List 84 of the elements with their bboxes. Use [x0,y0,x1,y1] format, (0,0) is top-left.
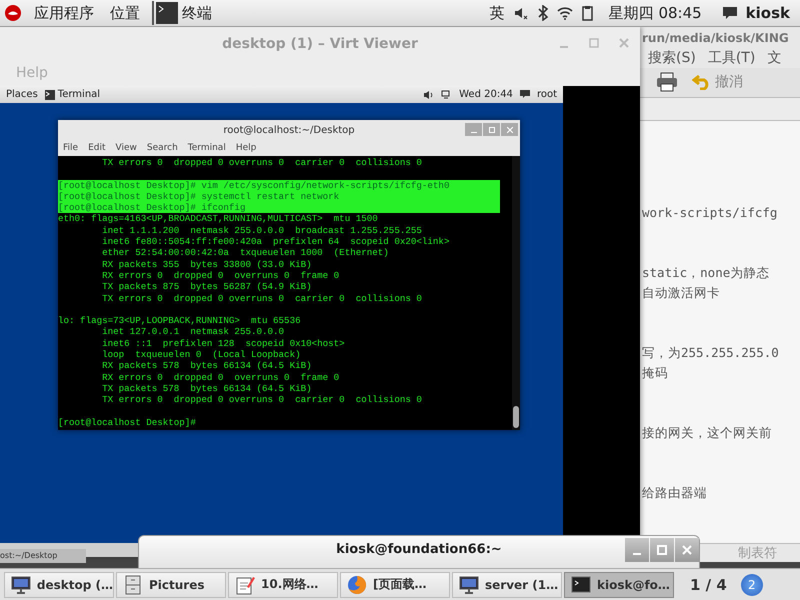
panel-app-button[interactable]: Terminal [44,89,100,100]
document-text: 自动激活网卡 [642,284,721,302]
panel-menu[interactable]: 位置 [110,4,140,22]
taskbar-button[interactable]: 10.网络… [228,572,338,598]
terminal-line: inet 1.1.1.200 netmask 255.0.0.0 broadcast 1.255.255.255 [101,224,423,236]
document-text: 接的网关，这个网关前 [642,424,773,442]
document-text: 给路由器端 [642,484,708,502]
user-menu[interactable]: root [536,89,557,100]
scrollbar-thumb[interactable] [513,406,519,428]
minimize-icon [632,553,642,555]
minimize-button[interactable] [625,538,649,562]
document-text: work-scripts/ifcfg [642,204,778,222]
bluetooth-icon[interactable] [536,5,549,21]
chat-icon [520,90,530,99]
monitor-icon [11,574,31,594]
wifi-icon[interactable] [556,6,573,20]
taskbar-button[interactable]: desktop (… [4,572,114,598]
terminal-line: ether 52:54:00:00:42:0a txqueuelen 1000 (Ethernet) [101,247,390,259]
terminal-line: loop txqueuelen 0 (Local Loopback) [101,349,302,360]
menu-item[interactable]: 工具(T) [708,49,756,68]
panel-app-button[interactable]: 终端 [152,1,212,25]
terminal-icon [156,2,178,24]
status-text: 制表符 [738,545,777,562]
hat-logo-icon[interactable] [4,4,22,22]
panel-menu[interactable]: Places [6,89,38,100]
user-menu[interactable]: kiosk [746,4,790,22]
terminal-line: inet6 fe80::5054:ff:fe00:420a prefixlen 64 scopeid 0x20<link> [101,236,450,248]
taskbar-item[interactable]: ost:~/Desktop [0,549,86,563]
menu-item[interactable]: Search [146,143,178,153]
taskbar-button[interactable]: [页面载… [340,572,450,598]
terminal-icon [571,574,591,594]
window-title: run/media/kiosk/KING [642,31,789,46]
terminal-line: TX errors 0 dropped 0 overruns 0 carrier 0 collisions 0 [101,394,423,406]
input-method[interactable]: 英 [490,4,505,22]
close-icon [506,126,512,132]
terminal-line: eth0: flags=4163<UP,BROADCAST,RUNNING,MULTICAST> mtu 1500 [58,213,379,225]
document-text: 掩码 [642,364,669,382]
terminal-line: RX packets 355 bytes 33800 (33.0 KiB) [101,258,313,270]
workspace-indicator[interactable]: 1 / 4 [690,576,727,594]
menu-item[interactable]: File [63,143,78,153]
menu-item[interactable]: View [116,143,137,153]
menu-item[interactable]: 文 [767,49,782,68]
maximize-icon [488,126,494,132]
menu-item[interactable]: 搜索(S) [648,49,696,68]
menu-item[interactable]: Help [236,143,256,153]
window-title: desktop (1) – Virt Viewer [222,36,418,52]
clipboard-icon[interactable] [580,5,595,21]
taskbar-button[interactable]: server (1… [452,572,562,598]
terminal-line: inet 127.0.0.1 netmask 255.0.0.0 [101,326,286,338]
menu-item[interactable]: Edit [88,143,106,153]
terminal-icon [44,90,55,100]
clock[interactable]: Wed 20:44 [459,89,513,100]
printer-icon[interactable] [656,72,678,92]
terminal-line: lo: flags=73<UP,LOOPBACK,RUNNING> mtu 65536 [58,315,302,326]
taskbar-button[interactable]: Pictures [116,572,226,598]
notepad-icon [235,574,255,594]
clock[interactable]: 星期四 08:45 [608,4,702,22]
terminal-line: TX packets 875 bytes 56287 (54.9 KiB) [101,281,313,293]
terminal-line: inet6 ::1 prefixlen 128 scopeid 0x10<host> [101,338,346,350]
close-button[interactable] [675,538,699,562]
terminal-line: RX errors 0 dropped 0 overruns 0 frame 0 [101,270,340,282]
panel-menu[interactable]: 应用程序 [34,4,94,22]
cabinet-icon [123,574,143,594]
network-icon[interactable] [441,90,452,100]
terminal-line: TX packets 578 bytes 66134 (64.5 KiB) [101,382,313,394]
monitor-icon [459,574,479,594]
maximize-button[interactable] [650,538,674,562]
document-text: static，none为静态 [642,264,770,282]
terminal-line: TX errors 0 dropped 0 overruns 0 carrier 0 collisions 0 [101,292,423,304]
terminal-line: TX errors 0 dropped 0 overruns 0 carrier 0 collisions 0 [101,157,423,168]
browser-icon [347,574,367,594]
window-title: kiosk@foundation66:~ [336,542,502,559]
terminal-line: [root@localhost Desktop]# [58,416,197,428]
taskbar-button[interactable]: kiosk@fo… [564,572,674,598]
maximize-icon [657,545,667,555]
volume-muted-icon[interactable] [512,5,529,21]
terminal-line: RX packets 578 bytes 66134 (64.5 KiB) [101,360,313,372]
close-icon [682,545,692,555]
chat-icon [722,6,738,20]
volume-icon[interactable] [423,90,434,100]
document-text: 写，为255.255.255.0 [642,344,780,362]
terminal-line: RX errors 0 dropped 0 overruns 0 frame 0 [101,372,340,383]
menu-item[interactable]: Terminal [188,143,226,153]
window-title: root@localhost:~/Desktop [223,124,355,136]
